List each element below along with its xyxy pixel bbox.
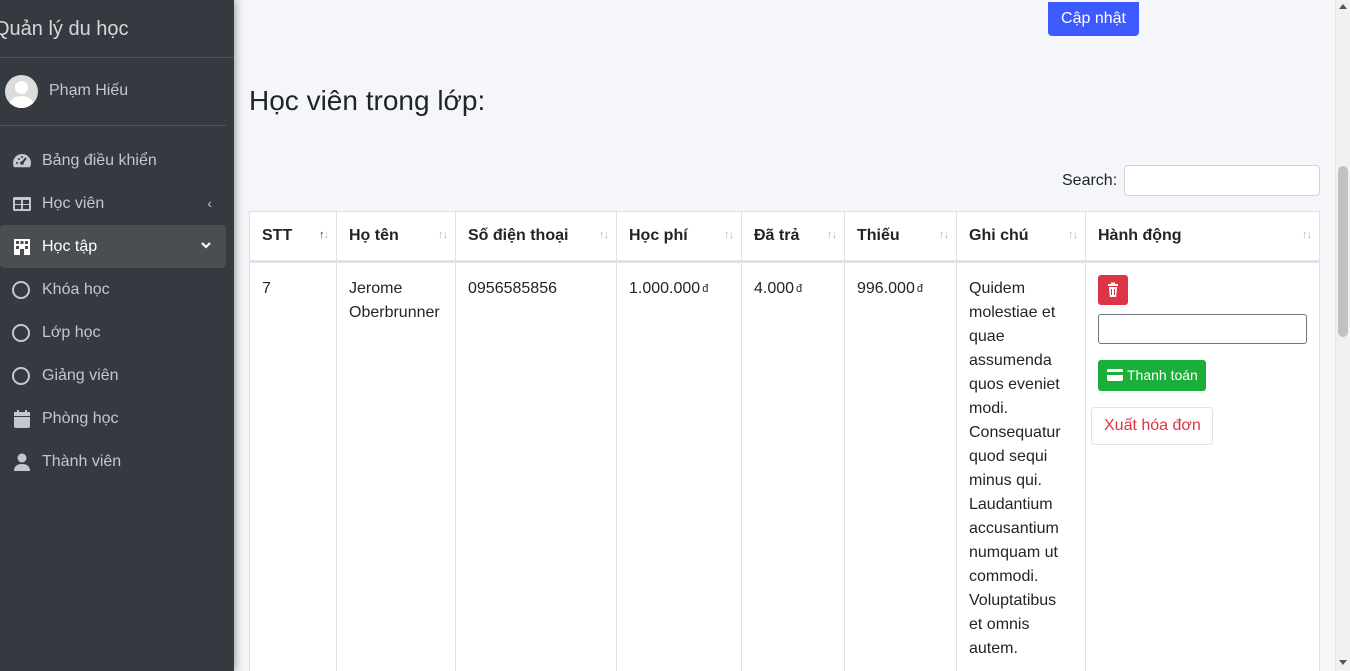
column-header-note[interactable]: Ghi chú ↑↓ — [956, 211, 1086, 263]
sidebar-item-label: Bảng điều khiển — [42, 152, 157, 169]
vertical-scrollbar[interactable] — [1335, 0, 1350, 671]
cell-stt: 7 — [249, 261, 337, 671]
sidebar-item-label: Lớp học — [42, 324, 101, 341]
sidebar-item-members[interactable]: Thành viên — [0, 440, 226, 483]
sidebar-item-classes[interactable]: Lớp học — [0, 311, 226, 354]
sidebar-item-label: Học viên — [42, 195, 105, 212]
sort-icon: ↑↓ — [319, 229, 329, 241]
cell-fee: 1.000.000 đ — [616, 261, 742, 671]
export-invoice-label: Xuất hóa đơn — [1104, 417, 1201, 434]
payment-amount-input[interactable] — [1098, 314, 1307, 344]
credit-card-icon — [1107, 369, 1123, 381]
update-button[interactable]: Cập nhật — [1048, 2, 1139, 36]
sort-icon: ↑↓ — [438, 229, 448, 241]
building-icon — [11, 237, 33, 257]
sidebar: Quản lý du học Phạm Hiếu Bảng điều khiển… — [0, 0, 234, 671]
sidebar-item-dashboard[interactable]: Bảng điều khiển — [0, 139, 226, 182]
table-header-row: STT ↑↓ Họ tên ↑↓ Số điện thoại ↑↓ Học phí ↑↓… — [249, 211, 1320, 263]
circle-icon — [11, 280, 33, 300]
sidebar-item-label: Thành viên — [42, 453, 122, 470]
cell-missing: 996.000 đ — [844, 261, 957, 671]
scroll-up-arrow-icon[interactable] — [1339, 4, 1347, 9]
user-name: Phạm Hiếu — [49, 82, 129, 99]
sidebar-item-teachers[interactable]: Giảng viên — [0, 354, 226, 397]
pay-button[interactable]: Thanh toán — [1098, 360, 1206, 391]
column-header-name[interactable]: Họ tên ↑↓ — [336, 211, 456, 263]
sidebar-item-label: Giảng viên — [42, 367, 119, 384]
sort-icon: ↑↓ — [724, 229, 734, 241]
sort-icon: ↑↓ — [1302, 229, 1312, 241]
cell-note: Quidem molestiae et quae assumenda quos … — [956, 261, 1086, 671]
circle-icon — [11, 323, 33, 343]
sidebar-item-students[interactable]: Học viên ‹ — [0, 182, 226, 225]
sort-icon: ↑↓ — [599, 229, 609, 241]
brand-text: Quản lý du học — [0, 18, 129, 40]
search-label: Search: — [1062, 172, 1118, 189]
sidebar-item-label: Phòng học — [42, 410, 119, 427]
avatar — [5, 75, 38, 108]
chevron-left-icon: ‹ — [207, 195, 212, 211]
scroll-down-arrow-icon[interactable] — [1339, 660, 1347, 665]
circle-icon — [11, 366, 33, 386]
column-header-stt[interactable]: STT ↑↓ — [249, 211, 337, 263]
cell-name: Jerome Oberbrunner — [336, 261, 456, 671]
dashboard-icon — [11, 151, 33, 171]
sidebar-item-label: Học tập — [42, 238, 98, 255]
pay-button-label: Thanh toán — [1127, 367, 1198, 383]
column-header-phone[interactable]: Số điện thoại ↑↓ — [455, 211, 617, 263]
calendar-icon — [11, 409, 33, 429]
user-icon — [11, 452, 33, 472]
delete-button[interactable] — [1098, 275, 1128, 305]
column-header-fee[interactable]: Học phí ↑↓ — [616, 211, 742, 263]
page-title: Học viên trong lớp: — [249, 85, 486, 116]
chevron-down-icon — [200, 238, 212, 254]
column-header-actions[interactable]: Hành động ↑↓ — [1085, 211, 1320, 263]
sidebar-item-rooms[interactable]: Phòng học — [0, 397, 226, 440]
trash-icon — [1108, 282, 1118, 297]
sidebar-item-courses[interactable]: Khóa học — [0, 268, 226, 311]
sidebar-item-study[interactable]: Học tập — [0, 225, 226, 268]
sort-icon: ↑↓ — [827, 229, 837, 241]
sidebar-nav: Bảng điều khiển Học viên ‹ Học tập Khóa … — [0, 139, 226, 483]
sort-icon: ↑↓ — [1068, 229, 1078, 241]
column-header-missing[interactable]: Thiếu ↑↓ — [844, 211, 957, 263]
brand-link[interactable]: Quản lý du học — [0, 0, 234, 58]
user-panel[interactable]: Phạm Hiếu — [0, 59, 226, 126]
scrollbar-thumb[interactable] — [1338, 166, 1348, 337]
cell-phone: 0956585856 — [455, 261, 617, 671]
column-header-paid[interactable]: Đã trả ↑↓ — [741, 211, 845, 263]
table-icon — [11, 194, 33, 214]
sidebar-item-label: Khóa học — [42, 281, 110, 298]
export-invoice-button[interactable]: Xuất hóa đơn — [1091, 407, 1213, 445]
search-input[interactable] — [1124, 165, 1320, 196]
cell-paid: 4.000 đ — [741, 261, 845, 671]
sort-icon: ↑↓ — [939, 229, 949, 241]
